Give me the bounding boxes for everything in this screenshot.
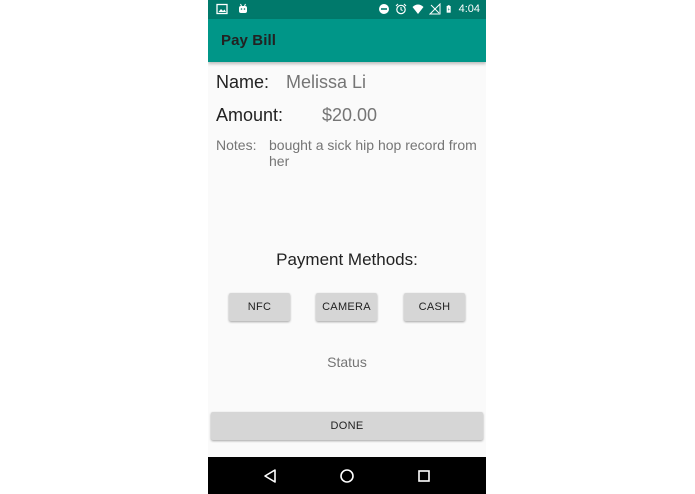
battery-charging-icon	[446, 5, 451, 13]
alarm-icon	[395, 3, 406, 15]
page-title: Pay Bill	[221, 32, 276, 49]
phone-screen: 4:04 Pay Bill Name: Melissa Li Amount: $…	[208, 0, 486, 494]
recents-icon	[418, 470, 430, 482]
back-icon	[264, 469, 276, 483]
name-label: Name:	[216, 72, 270, 92]
android-icon	[239, 3, 247, 13]
bill-content: Name: Melissa Li Amount: $20.00 Notes: b…	[208, 62, 486, 457]
navigation-bar	[208, 457, 486, 494]
notes-label: Notes:	[216, 137, 257, 153]
amount-label: Amount:	[216, 105, 284, 125]
status-bar: 4:04	[208, 0, 486, 19]
name-value: Melissa Li	[286, 72, 367, 92]
home-icon	[340, 469, 354, 483]
status-time: 4:04	[458, 3, 480, 15]
cash-button[interactable]: CASH	[404, 293, 465, 321]
done-button[interactable]: DONE	[211, 412, 483, 440]
back-button[interactable]	[260, 466, 280, 486]
wifi-icon	[412, 4, 424, 14]
nfc-button[interactable]: NFC	[229, 293, 290, 321]
no-signal-icon	[428, 3, 441, 15]
payment-methods-title: Payment Methods:	[276, 250, 418, 269]
camera-button[interactable]: CAMERA	[316, 293, 377, 321]
recents-button[interactable]	[414, 466, 434, 486]
app-bar: Pay Bill	[208, 19, 486, 62]
status-text: Status	[327, 354, 367, 370]
image-icon	[216, 3, 228, 15]
notes-value: bought a sick hip hop record from her	[269, 137, 477, 169]
home-button[interactable]	[337, 466, 357, 486]
amount-value: $20.00	[322, 105, 378, 125]
do-not-disturb-icon	[378, 4, 389, 14]
